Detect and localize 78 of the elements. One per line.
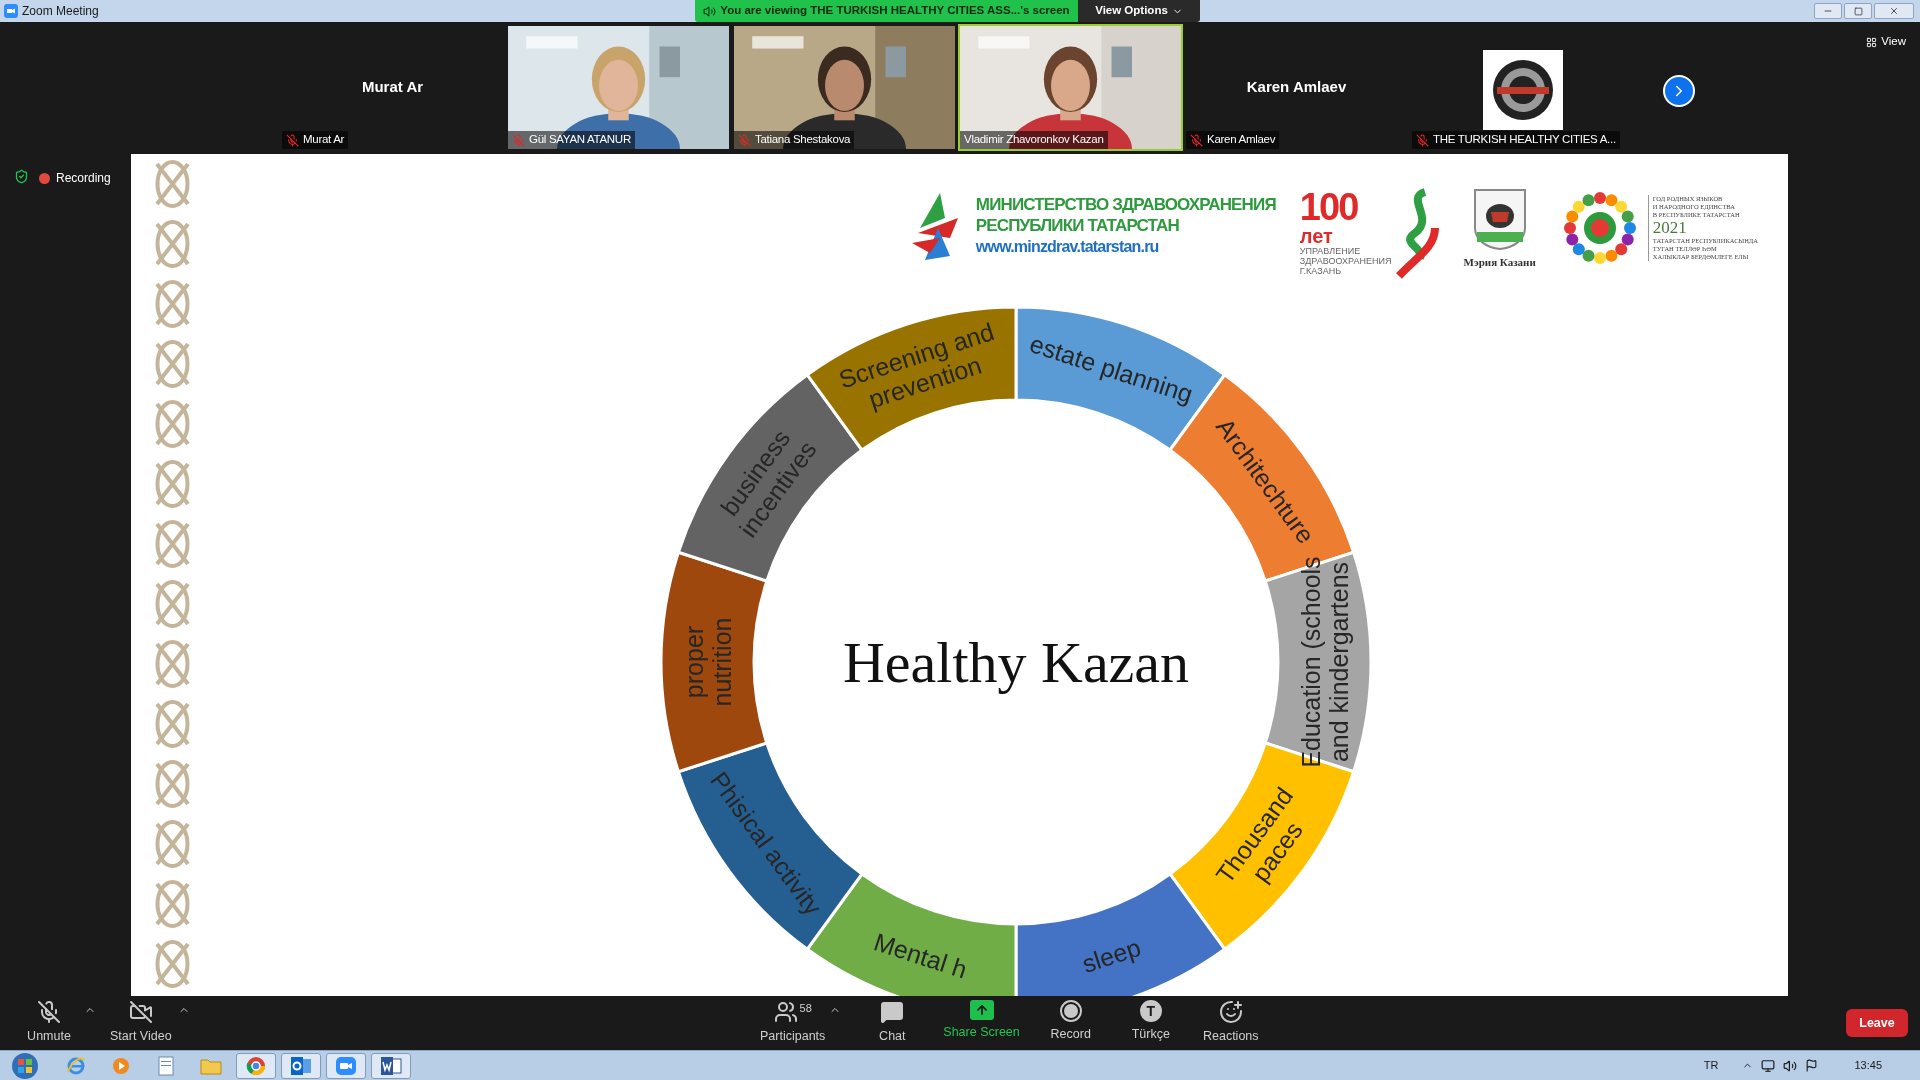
restore-icon [1853, 6, 1863, 16]
participant-label: THE TURKISH HEALTHY CITIES A... [1433, 132, 1616, 148]
coat-of-arms-icon [1472, 188, 1527, 250]
participant-name: Murat Ar [361, 77, 424, 98]
ministry-name: РЕСПУБЛИКИ ТАТАРСТАН [975, 214, 1180, 236]
chrome-icon [246, 1055, 266, 1076]
close-button[interactable] [1874, 3, 1914, 19]
browser-icon [66, 1055, 86, 1076]
next-page-button[interactable] [1663, 75, 1695, 107]
toolbar-button[interactable]: Chat [863, 1000, 922, 1046]
participant-label: Tatiana Shestakova [755, 132, 851, 148]
taskbar-button[interactable] [326, 1052, 366, 1079]
participant-name: Karen Amlaev [1246, 77, 1347, 98]
participant-tile[interactable]: Tatiana Shestakova [732, 24, 957, 151]
shield-icon [14, 169, 29, 184]
anniversary-caption: ЗДРАВООХРАНЕНИЯ [1299, 256, 1392, 266]
speaker-icon [703, 4, 717, 18]
app-icon [4, 4, 18, 18]
muted-mic-icon [37, 1000, 61, 1025]
media-player-icon [111, 1055, 131, 1076]
leave-button[interactable]: Leave [1846, 1009, 1908, 1037]
participant-tile[interactable]: Gül SAYAN ATANUR [506, 24, 731, 151]
participants-icon [773, 1000, 798, 1025]
segment-label: sleep [1078, 932, 1145, 978]
anniversary-word: лет [1299, 226, 1334, 246]
banner-text: You are viewing THE TURKISH HEALTHY CITIES ASS...'s screen [720, 3, 1070, 19]
reactions-icon [1218, 1000, 1243, 1025]
segment-label: Mental h [870, 927, 971, 984]
participant-label: Vladimir Zhavoronkov Kazan [964, 132, 1104, 148]
dragon-swirl-icon [1395, 188, 1440, 280]
video-app-icon [335, 1055, 357, 1076]
year-number: 2021 [1652, 219, 1688, 237]
volume-icon[interactable] [1783, 1058, 1798, 1073]
share-screen-icon [969, 1000, 994, 1021]
toolbar-button[interactable]: T Türkçe [1121, 1000, 1180, 1044]
participant-label: Gül SAYAN ATANUR [529, 132, 631, 148]
toolbar-button[interactable]: Unmute [20, 1000, 78, 1046]
language-indicator[interactable]: TR [1703, 1057, 1719, 1074]
folder-icon [200, 1056, 222, 1075]
taskbar-button[interactable] [281, 1052, 321, 1079]
diagram-title: Healthy Kazan [842, 629, 1190, 695]
network-icon[interactable] [1761, 1058, 1776, 1073]
document-app-icon [380, 1055, 402, 1076]
ministry-url: www.minzdrav.tatarstan.ru [975, 236, 1160, 257]
toolbar-button[interactable]: Record [1041, 1000, 1100, 1044]
segment-label: Education (schools and kindergartens [1296, 556, 1353, 768]
video-off-icon [128, 1000, 153, 1025]
anniversary-caption: Г.КАЗАНЬ [1299, 266, 1343, 276]
taskbar-button[interactable] [371, 1052, 411, 1079]
anniversary-number: 100 [1299, 188, 1359, 226]
restore-button[interactable] [1844, 3, 1872, 19]
mayor-caption: Мэрия Казани [1463, 255, 1536, 270]
minimize-button[interactable] [1814, 3, 1842, 19]
toolbar-button[interactable]: Share Screen [943, 1000, 1020, 1042]
flag-icon[interactable] [1805, 1059, 1819, 1072]
ministry-name: МИНИСТЕРСТВО ЗДРАВООХРАНЕНИЯ [975, 193, 1276, 215]
notepad-icon [158, 1055, 174, 1076]
participant-count: 58 [799, 1001, 812, 1017]
recording-label: Recording [56, 170, 111, 187]
clock[interactable]: 13:45 [1854, 1057, 1882, 1074]
segment-label: proper nutrition [679, 617, 736, 707]
chat-icon [880, 1000, 905, 1025]
window-title: Zoom Meeting [22, 3, 99, 20]
participant-tile[interactable]: Vladimir Zhavoronkov Kazan [958, 24, 1183, 151]
close-icon [1889, 6, 1899, 16]
grid-icon [1866, 36, 1878, 48]
anniversary-caption: УПРАВЛЕНИЕ [1299, 246, 1362, 256]
language-icon: T [1139, 1000, 1162, 1023]
view-options-button[interactable]: View Options [1078, 0, 1200, 22]
toolbar-button[interactable]: Start Video [110, 1000, 172, 1046]
taskbar-button[interactable] [236, 1052, 276, 1079]
participant-label: Karen Amlaev [1207, 132, 1276, 148]
toolbar-button[interactable]: Reactions [1201, 1000, 1260, 1046]
participant-label: Murat Ar [303, 132, 345, 148]
toolbar-button[interactable]: 58 Participants [760, 1000, 826, 1046]
view-button[interactable]: View [1866, 33, 1906, 51]
record-icon [1059, 1000, 1082, 1023]
mail-app-icon [290, 1055, 312, 1076]
